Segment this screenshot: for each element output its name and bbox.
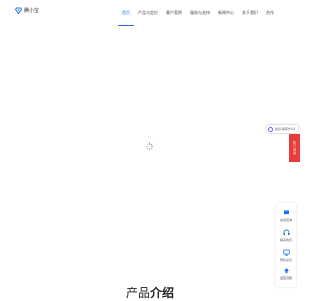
- nav-item-service-support[interactable]: 服务与支持: [186, 0, 214, 26]
- promo-label: 热门活动: [292, 141, 297, 155]
- section-title-strong: 介绍: [150, 286, 175, 300]
- nav-item-about-us[interactable]: 关于我们: [238, 0, 262, 26]
- chat-bubble-icon: [283, 210, 289, 215]
- promo-tab[interactable]: 热门活动: [289, 134, 300, 162]
- nav-item-partners[interactable]: 合作: [262, 0, 278, 26]
- sidebar-item-back-to-top[interactable]: 返回顶部: [276, 267, 296, 280]
- nav-item-news-center[interactable]: 新闻中心: [214, 0, 238, 26]
- sidebar-label: 返回顶部: [279, 276, 292, 280]
- brand-logo[interactable]: 腾小宝: [15, 7, 39, 14]
- nav-item-customer-cases[interactable]: 客户案例: [162, 0, 186, 26]
- nav-item-products-pricing[interactable]: 产品与定价: [134, 0, 162, 26]
- screen-icon: [282, 249, 290, 256]
- chat-label: 您好,我有什么能帮您?: [275, 127, 295, 131]
- headset-icon: [283, 229, 289, 235]
- main-nav: 首页 产品与定价 客户案例 服务与支持 新闻中心 关于我们 合作: [118, 0, 278, 26]
- sidebar-label: 预约演示: [279, 258, 292, 262]
- chat-icon: [268, 126, 273, 132]
- brand-name: 腾小宝: [24, 8, 40, 14]
- sidebar-item-online-consult[interactable]: 在线咨询: [276, 209, 296, 222]
- nav-item-home[interactable]: 首页: [118, 0, 134, 26]
- section-title: 产品介绍: [0, 284, 300, 301]
- sidebar-item-contact[interactable]: 联系我们: [276, 229, 296, 242]
- section-title-prefix: 产品: [125, 286, 150, 300]
- site-header: 腾小宝 首页 产品与定价 客户案例 服务与支持 新闻中心 关于我们 合作: [0, 0, 300, 26]
- floating-sidebar: 在线咨询 联系我们 预约演示 返回顶部: [276, 203, 296, 287]
- sidebar-label: 在线咨询: [279, 218, 292, 222]
- spinner-icon: [145, 142, 154, 151]
- arrow-up-icon: [283, 268, 289, 273]
- chat-widget[interactable]: 您好,我有什么能帮您?: [266, 125, 298, 133]
- sidebar-item-demo[interactable]: 预约演示: [276, 249, 296, 262]
- logo-icon: [15, 7, 22, 14]
- sidebar-label: 联系我们: [279, 238, 292, 242]
